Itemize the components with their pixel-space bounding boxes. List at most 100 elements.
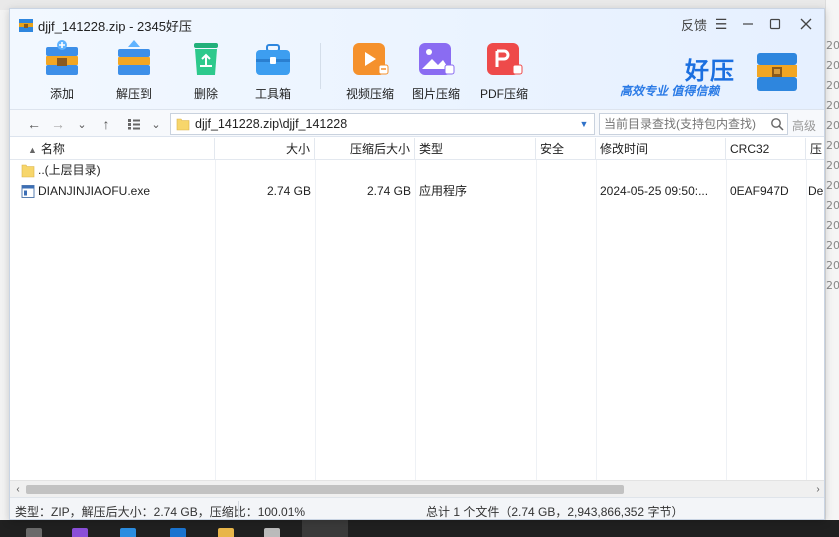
extract-to-button[interactable]: 解压到 [102,39,166,103]
video-compress-button[interactable]: 视频压缩 [338,39,402,103]
table-row-file[interactable]: DIANJINJIAOFU.exe 2.74 GB 2.74 GB 应用程序 2… [10,181,824,202]
search-input[interactable] [600,114,768,134]
column-header-name[interactable]: ▲ 名称 [10,138,215,160]
scroll-left-icon[interactable]: ‹ [10,482,26,497]
status-total-info: 总计 1 个文件（2.74 GB，2,943,866,352 字节） [426,505,684,519]
taskbar-active-app-icon[interactable] [302,520,348,537]
maximize-icon[interactable] [765,13,785,35]
column-divider [315,160,316,480]
background-label: 20 [826,279,839,292]
cell-size: 2.74 GB [266,184,311,198]
video-compress-label: 视频压缩 [345,87,394,101]
folder-icon [176,118,190,131]
taskbar-app-icon[interactable] [26,528,42,537]
scroll-right-icon[interactable]: › [810,482,824,497]
column-header-security[interactable]: 安全 [536,138,596,160]
toolbox-label: 工具箱 [254,87,291,101]
column-divider [415,160,416,480]
advanced-search-link[interactable]: 高级 [792,117,816,134]
column-divider [806,160,807,480]
history-dropdown-icon[interactable]: ⌄ [72,114,92,134]
pdf-compress-label: PDF压缩 [479,87,528,101]
taskbar-app-icon[interactable] [218,528,234,537]
column-divider [596,160,597,480]
image-compress-label: 图片压缩 [411,87,460,101]
column-header-crc32[interactable]: CRC32 [726,138,806,160]
image-compress-icon [419,43,455,75]
cell-name: ..(上层目录) [38,163,101,177]
search-field[interactable] [599,113,788,135]
path-dropdown-icon[interactable]: ▼ [578,118,590,130]
brand-slogan: 高效专业 值得信赖 [620,84,720,98]
file-list-header: ▲ 名称 大小 压缩后大小 类型 安全 修改时间 CRC32 压 [10,138,824,160]
view-mode-dropdown-icon[interactable]: ⌄ [146,114,166,134]
path-text: djjf_141228.zip\djjf_141228 [195,117,348,131]
add-box-icon [46,40,78,75]
column-header-size[interactable]: 大小 [215,138,315,160]
cell-packed-size: 2.74 GB [366,184,411,198]
add-label: 添加 [49,87,74,101]
background-label: 20 [826,259,839,272]
column-divider [726,160,727,480]
toolbox-button[interactable]: 工具箱 [241,39,305,103]
back-arrow-icon[interactable]: ← [24,114,44,134]
column-header-type[interactable]: 类型 [415,138,536,160]
extract-to-label: 解压到 [115,87,152,101]
column-header-packed-size[interactable]: 压缩后大小 [315,138,415,160]
window-title: djjf_141228.zip - 2345好压 [38,19,192,34]
pdf-compress-icon [487,43,523,75]
cell-method: De [808,184,824,198]
column-header-modified[interactable]: 修改时间 [596,138,726,160]
column-header-method[interactable]: 压 [806,138,824,160]
taskbar-app-icon[interactable] [170,528,186,537]
background-label: 20 [826,179,839,192]
title-toolbar-area: djjf_141228.zip - 2345好压 反馈 ☰ 添加 解压到 删除 … [10,9,824,109]
extract-box-icon [118,40,150,75]
taskbar-app-icon[interactable] [264,528,280,537]
column-divider [536,160,537,480]
folder-icon [21,164,35,178]
hamburger-menu-icon[interactable]: ☰ [712,13,730,35]
taskbar-app-icon[interactable] [72,528,88,537]
background-label: 20 [826,99,839,112]
background-label: 20 [826,59,839,72]
sort-ascending-icon: ▲ [28,145,37,155]
taskbar-app-icon[interactable] [120,528,136,537]
haozip-window: djjf_141228.zip - 2345好压 反馈 ☰ 添加 解压到 删除 … [9,8,825,520]
taskbar [0,520,839,537]
feedback-button[interactable]: 反馈 [679,13,709,35]
haozip-app-icon [19,19,33,32]
background-label: 20 [826,39,839,52]
background-window-edge: 20 20 20 20 20 20 20 20 20 20 20 20 20 [825,0,839,537]
column-label-name: 名称 [40,142,65,156]
scrollbar-thumb[interactable] [26,485,624,494]
delete-button[interactable]: 删除 [174,39,238,103]
file-list: ..(上层目录) DIANJINJIAOFU.exe 2.74 GB 2.74 … [10,160,824,480]
horizontal-scrollbar[interactable]: ‹ › [10,480,824,497]
add-button[interactable]: 添加 [30,39,94,103]
view-mode-icon[interactable] [124,114,144,134]
video-compress-icon [353,43,389,75]
background-label: 20 [826,119,839,132]
forward-arrow-icon[interactable]: → [48,114,68,134]
table-row-parent-dir[interactable]: ..(上层目录) [10,160,824,181]
search-icon[interactable] [770,117,784,131]
toolbar-separator [320,43,321,89]
background-label: 20 [826,199,839,212]
background-label: 20 [826,79,839,92]
up-level-icon[interactable]: ↑ [96,114,116,134]
minimize-icon[interactable] [738,13,758,35]
cell-crc32: 0EAF947D [730,184,789,198]
recycle-bin-icon [194,43,218,75]
exe-file-icon [21,185,35,198]
address-bar: ← → ⌄ ↑ ⌄ djjf_141228.zip\djjf_141228 ▼ … [10,109,824,137]
brand-name: 好压 [685,57,735,85]
status-separator [238,501,239,518]
image-compress-button[interactable]: 图片压缩 [404,39,468,103]
cell-security [536,181,596,202]
close-icon[interactable] [796,13,816,35]
column-divider [215,160,216,480]
pdf-compress-button[interactable]: PDF压缩 [472,39,536,103]
path-field[interactable]: djjf_141228.zip\djjf_141228 ▼ [170,113,595,135]
cell-type: 应用程序 [419,184,468,198]
